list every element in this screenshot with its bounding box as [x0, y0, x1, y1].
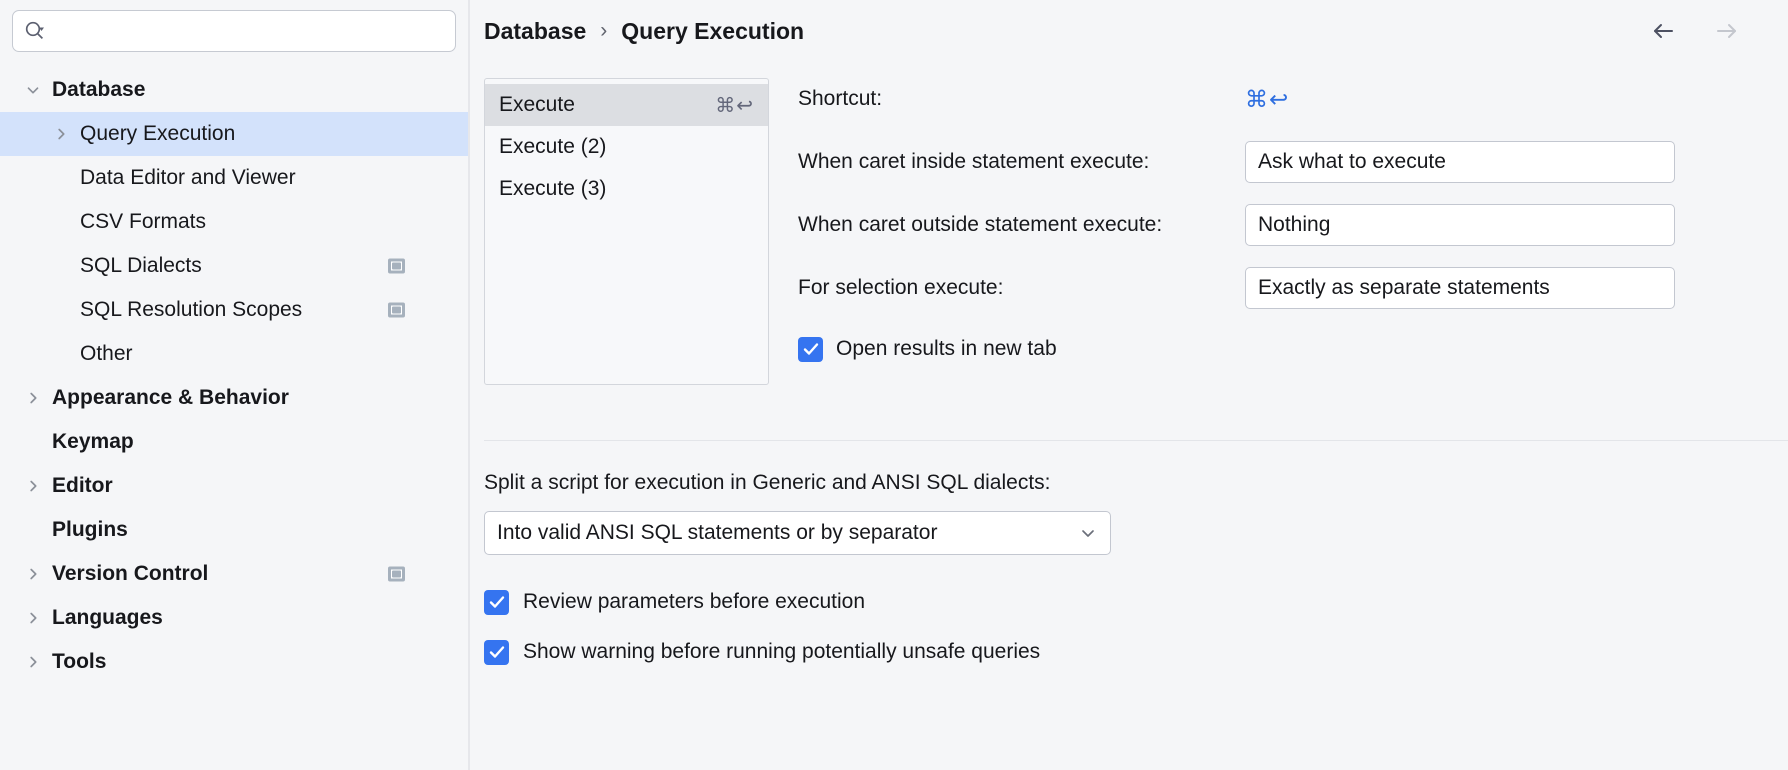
sidebar-item-database[interactable]: Database	[0, 68, 468, 112]
chevron-right-icon[interactable]	[20, 389, 46, 407]
breadcrumb-separator-icon: ›	[600, 19, 608, 42]
sidebar-item-query-execution[interactable]: Query Execution	[0, 112, 468, 156]
open-results-label: Open results in new tab	[836, 337, 1057, 360]
checkmark-icon[interactable]	[798, 336, 823, 362]
sidebar-item-version-control[interactable]: Version Control	[0, 552, 468, 596]
sidebar-item-label: Other	[80, 342, 133, 365]
list-item[interactable]: Execute ⌘↩	[485, 84, 768, 126]
breadcrumb: Database › Query Execution	[470, 0, 1788, 62]
sidebar-item-sql-resolution-scopes[interactable]: SQL Resolution Scopes	[0, 288, 468, 332]
selection-execute-label: For selection execute:	[798, 276, 1004, 299]
open-results-checkbox-row[interactable]: Open results in new tab	[798, 330, 1788, 368]
list-item-label: Execute	[499, 93, 575, 116]
search-input[interactable]	[51, 11, 445, 51]
action-settings-form: Shortcut: ⌘↩ When caret inside statement…	[798, 78, 1788, 385]
selection-execute-row: For selection execute: Exactly as separa…	[798, 267, 1788, 309]
arrow-left-icon[interactable]	[1644, 12, 1682, 50]
search-box[interactable]	[12, 10, 456, 52]
caret-inside-dropdown[interactable]: Ask what to execute	[1245, 141, 1675, 183]
sidebar-item-label: Plugins	[52, 518, 128, 541]
project-scope-badge-icon	[388, 302, 405, 318]
sidebar-item-label: Appearance & Behavior	[52, 386, 289, 409]
chevron-right-icon[interactable]	[48, 125, 74, 143]
option-label: Review parameters before execution	[523, 590, 866, 613]
split-script-value: Into valid ANSI SQL statements or by sep…	[497, 521, 938, 544]
caret-outside-row: When caret outside statement execute: No…	[798, 204, 1788, 246]
sidebar-item-languages[interactable]: Languages	[0, 596, 468, 640]
list-item[interactable]: Execute (2)	[485, 126, 768, 168]
bottom-options: Review parameters before execution Show w…	[484, 577, 1788, 677]
breadcrumb-current: Query Execution	[621, 17, 805, 44]
chevron-down-icon[interactable]	[1078, 523, 1098, 543]
search-container	[0, 0, 468, 52]
chevron-down-icon[interactable]	[20, 81, 46, 99]
sidebar-item-sql-dialects[interactable]: SQL Dialects	[0, 244, 468, 288]
split-script-dropdown[interactable]: Into valid ANSI SQL statements or by sep…	[484, 511, 1111, 555]
shortcut-row: Shortcut: ⌘↩	[798, 78, 1788, 120]
sidebar-item-plugins[interactable]: Plugins	[0, 508, 468, 552]
split-script-section: Split a script for execution in Generic …	[470, 471, 1788, 677]
list-item-shortcut: ⌘↩	[715, 94, 754, 117]
chevron-right-icon[interactable]	[20, 565, 46, 583]
sidebar-item-label: Database	[52, 78, 146, 101]
sidebar-item-label: Version Control	[52, 562, 209, 585]
search-icon[interactable]	[23, 19, 47, 43]
project-scope-badge-icon	[388, 566, 405, 582]
sidebar-item-editor[interactable]: Editor	[0, 464, 468, 508]
selection-execute-dropdown[interactable]: Exactly as separate statements	[1245, 267, 1675, 309]
arrow-right-icon[interactable]	[1708, 12, 1746, 50]
breadcrumb-root[interactable]: Database	[484, 18, 586, 45]
sidebar-item-label: CSV Formats	[80, 210, 207, 233]
split-script-label: Split a script for execution in Generic …	[484, 471, 1051, 494]
checkmark-icon[interactable]	[484, 589, 509, 615]
navigation-arrows	[1644, 12, 1746, 50]
checkmark-icon[interactable]	[484, 639, 509, 665]
settings-content: Database › Query Execution Execute ⌘↩ Exec…	[470, 0, 1788, 770]
list-item[interactable]: Execute (3)	[485, 168, 768, 210]
option-checkbox-row[interactable]: Review parameters before execution	[484, 577, 1788, 627]
option-label: Show warning before running potentially …	[523, 640, 1041, 663]
sidebar-item-label: Data Editor and Viewer	[80, 166, 296, 189]
project-scope-badge-icon	[388, 258, 405, 274]
chevron-right-icon[interactable]	[20, 477, 46, 495]
option-checkbox-row[interactable]: Show warning before running potentially …	[484, 627, 1788, 677]
caret-outside-label: When caret outside statement execute:	[798, 213, 1163, 236]
chevron-right-icon[interactable]	[20, 653, 46, 671]
caret-inside-label: When caret inside statement execute:	[798, 150, 1150, 173]
shortcut-label: Shortcut:	[798, 87, 883, 110]
settings-tree: Database Query Execution Data Editor and V…	[0, 68, 468, 684]
settings-sidebar: Database Query Execution Data Editor and V…	[0, 0, 470, 770]
sidebar-item-label: Tools	[52, 650, 107, 673]
sidebar-item-label: Editor	[52, 474, 113, 497]
sidebar-item-other[interactable]: Other	[0, 332, 468, 376]
execute-actions-area: Execute ⌘↩ Execute (2) Execute (3) Shortcut…	[470, 78, 1788, 385]
caret-inside-row: When caret inside statement execute: Ask…	[798, 141, 1788, 183]
section-divider	[484, 440, 1788, 441]
sidebar-item-csv-formats[interactable]: CSV Formats	[0, 200, 468, 244]
sidebar-item-label: SQL Dialects	[80, 254, 202, 277]
actions-listbox[interactable]: Execute ⌘↩ Execute (2) Execute (3)	[484, 78, 769, 385]
sidebar-item-tools[interactable]: Tools	[0, 640, 468, 684]
sidebar-item-label: Languages	[52, 606, 163, 629]
caret-outside-dropdown[interactable]: Nothing	[1245, 204, 1675, 246]
list-item-label: Execute (2)	[499, 135, 607, 158]
list-item-label: Execute (3)	[499, 177, 607, 200]
sidebar-item-label: Query Execution	[80, 122, 236, 145]
chevron-right-icon[interactable]	[20, 609, 46, 627]
sidebar-item-appearance-behavior[interactable]: Appearance & Behavior	[0, 376, 468, 420]
sidebar-item-label: SQL Resolution Scopes	[80, 298, 303, 321]
sidebar-item-keymap[interactable]: Keymap	[0, 420, 468, 464]
shortcut-value[interactable]: ⌘↩	[1245, 86, 1289, 113]
sidebar-item-label: Keymap	[52, 430, 134, 453]
sidebar-item-data-editor-and-viewer[interactable]: Data Editor and Viewer	[0, 156, 468, 200]
settings-dialog: Database Query Execution Data Editor and V…	[0, 0, 1788, 770]
